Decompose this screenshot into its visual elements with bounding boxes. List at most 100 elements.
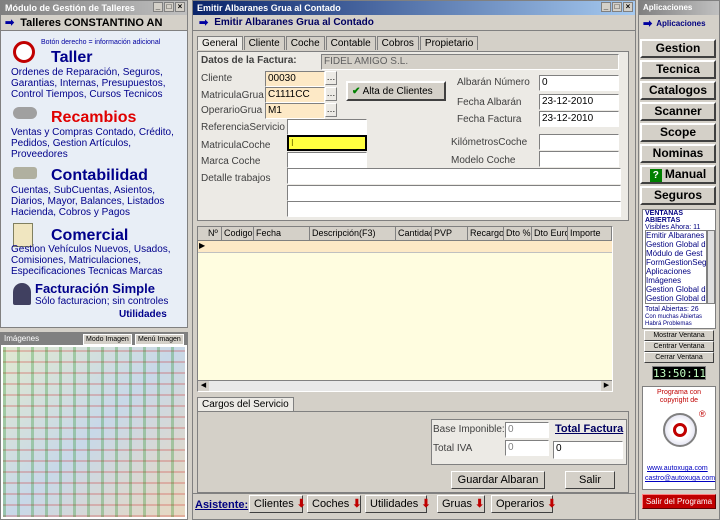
fecha-albaran-field[interactable]: 23-12-2010 — [539, 94, 619, 110]
salir-button[interactable]: Salir — [565, 471, 615, 489]
section-facturacion-title[interactable]: Facturación Simple — [35, 281, 155, 296]
assistant-gruas-button[interactable]: Gruas ⬇ — [437, 495, 485, 513]
cliente-field[interactable]: 00030 — [265, 71, 325, 87]
grid-row-1[interactable]: ▶ — [198, 241, 612, 253]
detalle-trabajos-line-2[interactable] — [287, 185, 621, 201]
website-link[interactable]: www.autoxuga.com — [647, 465, 708, 472]
main-window: Emitir Albaranes Grua al Contado _ □ × ➡ E… — [192, 0, 636, 520]
scroll-right-icon[interactable]: ▶ — [601, 381, 612, 391]
guardar-albaran-button[interactable]: Guardar Albaran — [451, 471, 545, 489]
cliente-lookup-button[interactable]: … — [325, 71, 337, 85]
section-taller-text[interactable]: Ordenes de Reparación, Seguros, Garantia… — [11, 67, 185, 100]
tab-contable[interactable]: Contable — [325, 36, 376, 50]
section-contabilidad-title[interactable]: Contabilidad — [51, 167, 148, 185]
grid-col-recargo[interactable]: Recargo — [468, 227, 504, 240]
minimize-icon[interactable]: _ — [601, 2, 611, 12]
detalle-trabajos-line-3[interactable] — [287, 201, 621, 217]
mostrar-ventana-button[interactable]: Mostrar Ventana — [644, 330, 714, 341]
grid-hscrollbar[interactable]: ◀ ▶ — [198, 380, 612, 391]
lines-grid[interactable]: Nº Codigo Fecha Descripción(F3) Cantidad… — [197, 226, 613, 392]
minimize-icon[interactable]: _ — [153, 2, 163, 12]
alta-clientes-button[interactable]: ✔ Alta de Clientes — [346, 81, 446, 101]
grid-col-cantidad[interactable]: Cantidad — [396, 227, 432, 240]
assistant-utilidades-button[interactable]: Utilidades ⬇ — [365, 495, 431, 513]
image-mode-dropdown[interactable]: Modo Imagen — [83, 334, 132, 345]
tab-coche[interactable]: Coche — [285, 36, 325, 50]
tab-cobros[interactable]: Cobros — [376, 36, 419, 50]
tab-general[interactable]: General — [197, 36, 243, 50]
section-comercial-title[interactable]: Comercial — [51, 227, 128, 245]
total-iva-field: 0 — [505, 440, 549, 456]
ventanas-scrollbar[interactable] — [707, 230, 715, 304]
maximize-icon[interactable]: □ — [164, 2, 174, 12]
albaran-numero-field[interactable]: 0 — [539, 75, 619, 91]
grid-col-importe[interactable]: Importe — [568, 227, 612, 240]
section-contabilidad-text[interactable]: Cuentas, SubCuentas, Asientos, Diarios, … — [11, 185, 185, 218]
grid-col-pvp[interactable]: PVP — [432, 227, 468, 240]
grid-col-codigo[interactable]: Codigo — [222, 227, 254, 240]
matricula-coche-field[interactable]: I — [287, 135, 367, 151]
ventanas-list[interactable]: Emitir Albaranes Gestion Global d Módulo… — [645, 230, 707, 304]
nav-tecnica-button[interactable]: Tecnica — [640, 60, 716, 79]
total-abiertas: Total Abiertas: 26 — [645, 306, 699, 313]
engine-diagram-image[interactable] — [3, 347, 185, 517]
ventana-item[interactable]: Gestion Global d — [646, 294, 706, 303]
utilidades-link[interactable]: Utilidades — [119, 309, 167, 320]
operario-grua-field[interactable]: M1 — [265, 103, 325, 119]
marca-coche-field[interactable] — [287, 152, 367, 168]
assistant-coches-button[interactable]: Coches ⬇ — [307, 495, 362, 513]
detalle-trabajos-line-1[interactable] — [287, 168, 621, 184]
section-taller-title[interactable]: Taller — [51, 49, 93, 67]
ventana-item[interactable]: Imágenes — [646, 276, 706, 285]
tab-cliente[interactable]: Cliente — [243, 36, 285, 50]
section-facturacion-text[interactable]: Sólo facturacion; sin controles — [35, 296, 168, 307]
section-recambios-text[interactable]: Ventas y Compras Contado, Crédito, Pedid… — [11, 127, 185, 160]
maximize-icon[interactable]: □ — [612, 2, 622, 12]
centrar-ventana-button[interactable]: Centrar Ventana — [644, 341, 714, 352]
kilometros-coche-field[interactable] — [539, 134, 619, 150]
referencia-servicio-field[interactable] — [287, 119, 367, 135]
nav-catalogos-button[interactable]: Catalogos — [640, 81, 716, 100]
assistant-clientes-button[interactable]: Clientes ⬇ — [249, 495, 306, 513]
nav-manual-button[interactable]: ? Manual — [640, 165, 716, 184]
modelo-coche-field[interactable] — [539, 151, 619, 167]
grid-col-dto-euro[interactable]: Dto Euro — [532, 227, 568, 240]
nav-nominas-button[interactable]: Nominas — [640, 144, 716, 163]
close-icon[interactable]: × — [175, 2, 185, 12]
grid-col-fecha[interactable]: Fecha — [254, 227, 310, 240]
grid-col-num[interactable]: Nº — [206, 227, 222, 240]
ventana-item[interactable]: Módulo de Gest — [646, 249, 706, 258]
matricula-grua-field[interactable]: C1111CC — [265, 87, 325, 103]
nav-scope-button[interactable]: Scope — [640, 123, 716, 142]
ventana-item[interactable]: Gestion Global d — [646, 285, 706, 294]
cliente-name-field[interactable]: FIDEL AMIGO S.L. — [321, 54, 619, 70]
ventana-item[interactable]: Emitir Albaranes — [646, 231, 706, 240]
email-link[interactable]: castro@autoxuga.com — [645, 475, 715, 482]
scroll-left-icon[interactable]: ◀ — [198, 381, 209, 391]
ventana-item[interactable]: Aplicaciones — [646, 267, 706, 276]
cerrar-ventana-button[interactable]: Cerrar Ventana — [644, 352, 714, 363]
section-comercial-text[interactable]: Gestion Vehículos Nuevos, Usados, Comisi… — [11, 244, 185, 277]
tab-cargos-servicio[interactable]: Cargos del Servicio — [197, 397, 294, 411]
grid-col-descripcion[interactable]: Descripción(F3) — [310, 227, 396, 240]
operario-grua-lookup-button[interactable]: … — [325, 103, 337, 117]
close-icon[interactable]: × — [623, 2, 633, 12]
assistant-operarios-button[interactable]: Operarios ⬇ — [491, 495, 557, 513]
assistant-label: Asistente: — [195, 499, 249, 511]
image-menu-dropdown[interactable]: Menú Imagen — [135, 334, 184, 345]
fecha-factura-field[interactable]: 23-12-2010 — [539, 111, 619, 127]
tab-propietario[interactable]: Propietario — [419, 36, 479, 50]
ventana-item[interactable]: FormGestionSeg — [646, 258, 706, 267]
matricula-grua-label: MatriculaGrua — [201, 90, 264, 101]
nav-seguros-button[interactable]: Seguros — [640, 186, 716, 205]
grid-col-dto-pct[interactable]: Dto % — [504, 227, 532, 240]
nav-gestion-button[interactable]: Gestion — [640, 39, 716, 58]
main-header: ➡ Emitir Albaranes Grua al Contado — [193, 15, 635, 31]
ventana-item[interactable]: Gestion Global d — [646, 240, 706, 249]
wrench-icon — [13, 107, 37, 119]
salir-programa-button[interactable]: Salir del Programa — [642, 494, 716, 509]
nav-scanner-button[interactable]: Scanner — [640, 102, 716, 121]
registered-icon: ® — [699, 409, 706, 419]
matricula-grua-lookup-button[interactable]: … — [325, 87, 337, 101]
section-recambios-title[interactable]: Recambios — [51, 109, 136, 127]
